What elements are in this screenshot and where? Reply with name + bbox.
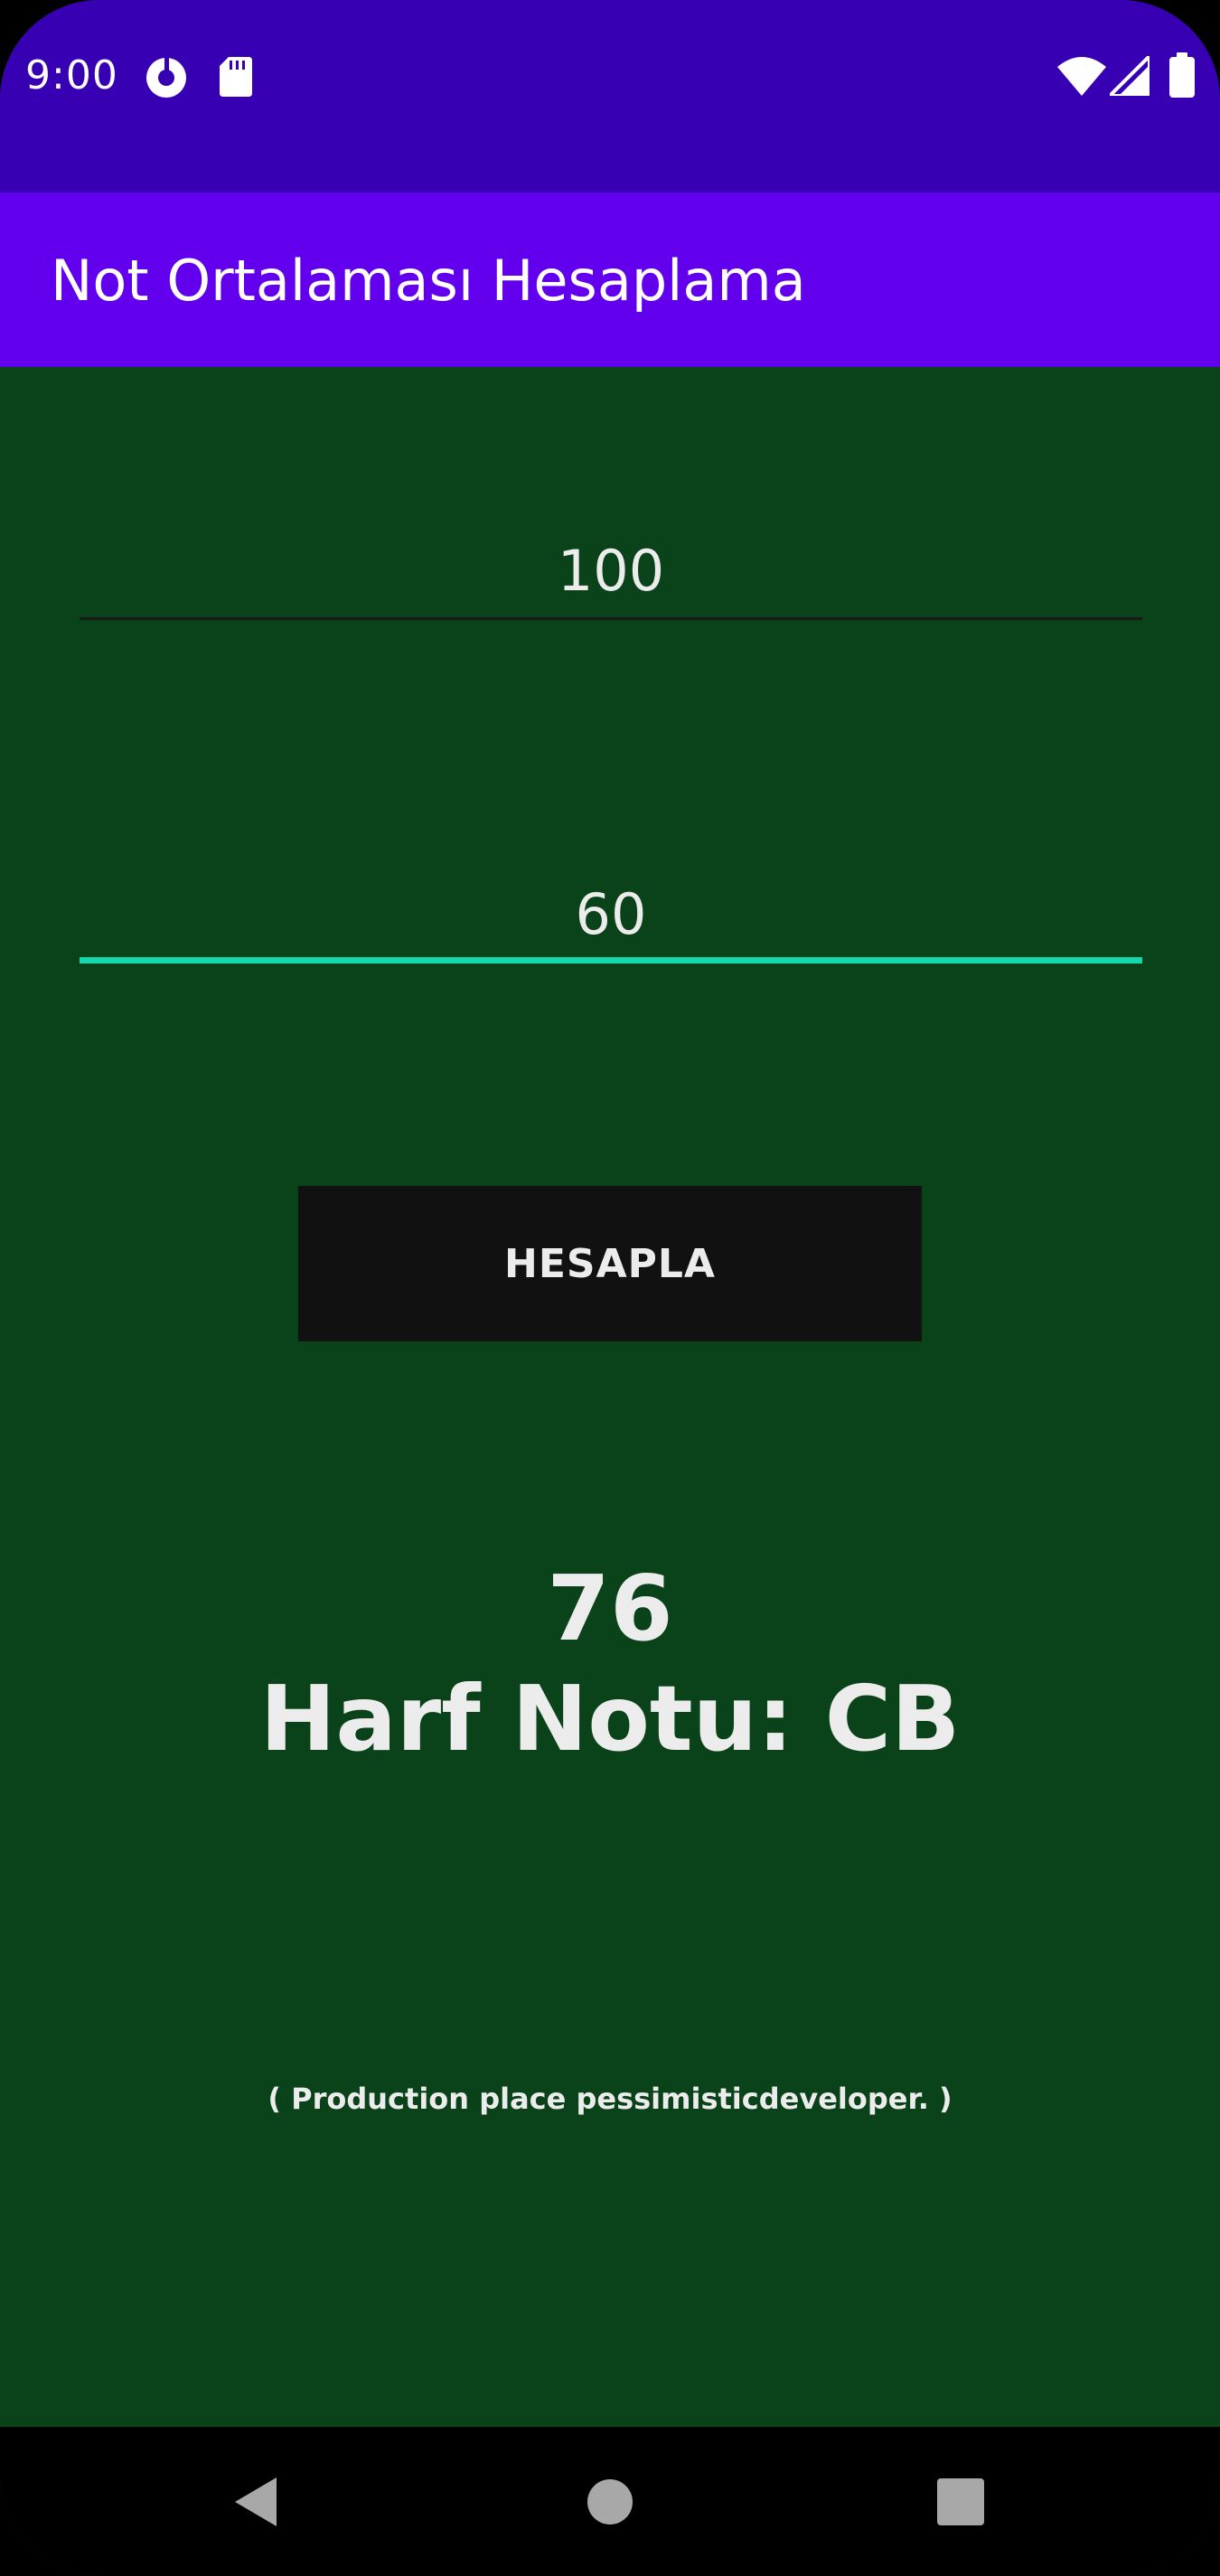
second-grade-value[interactable]: 60 — [80, 880, 1142, 949]
app-title: Not Ortalaması Hesaplama — [51, 248, 806, 314]
footer-credit: ( Production place pessimisticdeveloper.… — [267, 2082, 953, 2116]
home-icon — [587, 2478, 633, 2524]
data-saver-icon — [146, 56, 186, 98]
navigation-bar — [0, 2427, 1220, 2576]
first-grade-field[interactable]: 100 — [80, 521, 1142, 620]
average-result: 76 — [547, 1556, 673, 1661]
calculate-button[interactable]: HESAPLA — [298, 1186, 922, 1341]
status-bar: 9:00 — [0, 0, 1220, 193]
first-grade-value[interactable]: 100 — [80, 537, 1142, 606]
battery-icon — [1169, 52, 1195, 98]
back-button[interactable] — [165, 2427, 346, 2576]
recents-button[interactable] — [870, 2427, 1051, 2576]
cell-signal-icon — [1110, 56, 1150, 96]
status-time: 9:00 — [25, 52, 118, 99]
recents-icon — [937, 2477, 984, 2525]
home-button[interactable] — [520, 2427, 700, 2576]
back-icon — [235, 2477, 277, 2526]
app-screen: 9:00 Not Ortalaması Hesaplama 100 60 HES… — [0, 0, 1220, 2576]
first-grade-underline — [80, 617, 1142, 620]
letter-grade-result: Harf Notu: CB — [259, 1666, 961, 1772]
second-grade-field[interactable]: 60 — [80, 864, 1142, 964]
wifi-icon — [1057, 57, 1106, 96]
app-bar: Not Ortalaması Hesaplama — [0, 193, 1220, 367]
second-grade-underline — [80, 957, 1142, 964]
sd-card-icon — [220, 57, 252, 97]
